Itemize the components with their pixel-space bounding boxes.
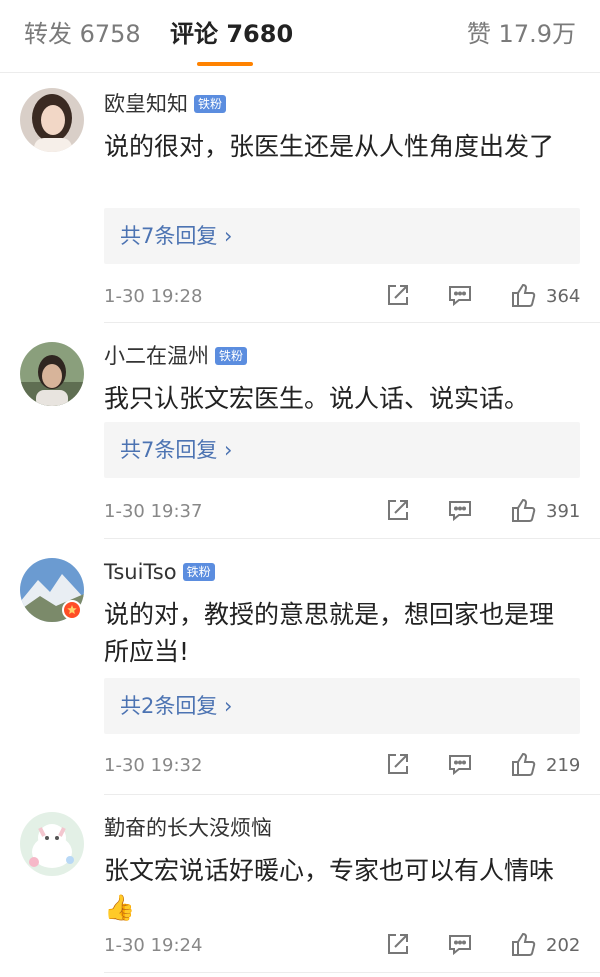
timestamp: 1-30 19:37 (104, 501, 203, 522)
comment-meta: 1-30 19:37 391 (0, 492, 600, 532)
username-text: 欧皇知知 (104, 92, 188, 116)
divider (104, 972, 600, 973)
reply-thread-button[interactable]: 共2条回复 › (104, 678, 580, 734)
comment-item: 欧皇知知 铁粉 说的很对，张医生还是从人性角度出发了 共7条回复 › 1-30 1… (0, 78, 600, 328)
comment-meta: 1-30 19:28 364 (0, 277, 600, 317)
comment-text: 我只认张文宏医生。说人话、说实话。 (104, 384, 530, 413)
thumbs-up-icon[interactable] (508, 928, 540, 960)
tab-comments[interactable]: 评论 7680 (170, 16, 293, 52)
comment-text: 说的对，教授的意思就是，想回家也是理所应当! (104, 600, 555, 666)
timestamp: 1-30 19:32 (104, 755, 203, 776)
like-count: 202 (546, 935, 581, 956)
share-icon[interactable] (382, 279, 414, 311)
comment-text: 张文宏说话好暖心，专家也可以有人情味👍 (104, 856, 555, 922)
like-count: 364 (546, 286, 581, 307)
comment-meta: 1-30 19:24 202 (0, 926, 600, 966)
comment-item: 勤奋的长大没烦恼 张文宏说话好暖心，专家也可以有人情味👍 1-30 19:24 … (0, 802, 600, 977)
verified-icon (62, 600, 82, 620)
fan-badge: 铁粉 (182, 563, 215, 581)
username-text: TsuiTso (104, 560, 177, 584)
thumbs-up-icon[interactable] (508, 279, 540, 311)
comment-icon[interactable] (444, 748, 476, 780)
divider (104, 322, 600, 323)
share-icon[interactable] (382, 928, 414, 960)
active-tab-indicator (197, 62, 253, 66)
fan-badge: 铁粉 (215, 347, 248, 365)
thumbs-up-icon[interactable] (508, 494, 540, 526)
fan-badge: 铁粉 (194, 95, 227, 113)
reply-count-label: 共2条回复 › (120, 694, 233, 718)
username[interactable]: 欧皇知知 铁粉 (104, 88, 227, 120)
comment-icon[interactable] (444, 279, 476, 311)
reply-count-label: 共7条回复 › (120, 438, 233, 462)
comment-tabs: 转发 6758 评论 7680 赞 17.9万 (0, 0, 600, 73)
tab-reposts[interactable]: 转发 6758 (24, 16, 141, 52)
comment-icon[interactable] (444, 494, 476, 526)
username[interactable]: 勤奋的长大没烦恼 (104, 812, 272, 844)
share-icon[interactable] (382, 748, 414, 780)
avatar[interactable] (20, 342, 84, 406)
avatar[interactable] (20, 812, 84, 876)
username-text: 小二在温州 (104, 344, 209, 368)
thumbs-up-icon[interactable] (508, 748, 540, 780)
avatar[interactable] (20, 88, 84, 152)
share-icon[interactable] (382, 494, 414, 526)
comment-item: TsuiTso 铁粉 说的对，教授的意思就是，想回家也是理所应当! 共2条回复 ›… (0, 546, 600, 796)
reply-thread-button[interactable]: 共7条回复 › (104, 422, 580, 478)
divider (104, 538, 600, 539)
comment-icon[interactable] (444, 928, 476, 960)
timestamp: 1-30 19:24 (104, 935, 203, 956)
comment-text: 说的很对，张医生还是从人性角度出发了 (104, 132, 555, 161)
divider (104, 794, 600, 795)
comment-item: 小二在温州 铁粉 我只认张文宏医生。说人话、说实话。 共7条回复 › 1-30 1… (0, 330, 600, 540)
username-text: 勤奋的长大没烦恼 (104, 816, 272, 840)
comment-meta: 1-30 19:32 219 (0, 746, 600, 786)
reply-count-label: 共7条回复 › (120, 224, 233, 248)
tab-likes[interactable]: 赞 17.9万 (467, 16, 576, 52)
like-count: 219 (546, 755, 581, 776)
reply-thread-button[interactable]: 共7条回复 › (104, 208, 580, 264)
timestamp: 1-30 19:28 (104, 286, 203, 307)
username[interactable]: TsuiTso 铁粉 (104, 556, 215, 588)
username[interactable]: 小二在温州 铁粉 (104, 340, 248, 372)
like-count: 391 (546, 501, 581, 522)
